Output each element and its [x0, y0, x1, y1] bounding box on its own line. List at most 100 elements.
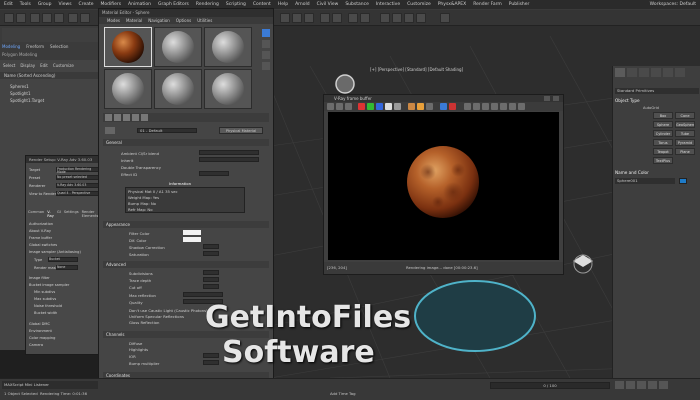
tab-freeform[interactable]: Freeform [26, 44, 44, 49]
rollout-frame-buffer[interactable]: Frame buffer [29, 236, 52, 240]
menu-item[interactable]: Group [38, 2, 52, 7]
tool-icon[interactable] [518, 103, 525, 110]
next-frame-icon[interactable] [648, 381, 657, 389]
advanced-checkbox[interactable]: Uniform Specular Reflections [129, 314, 184, 319]
shadow-correction-field[interactable] [203, 244, 219, 249]
move-icon[interactable] [280, 13, 290, 23]
ior-field[interactable] [203, 353, 219, 358]
material-name-field[interactable]: 01 - Default [137, 128, 197, 133]
render-mask-dropdown[interactable]: None [56, 265, 78, 270]
render-setup-icon[interactable] [392, 13, 402, 23]
menu-item[interactable]: Create [79, 2, 94, 7]
mirror-icon[interactable] [348, 13, 358, 23]
save-icon[interactable] [327, 103, 334, 110]
tool-icon[interactable] [464, 103, 471, 110]
teapot-button[interactable]: Teapot [653, 148, 673, 155]
select-icon[interactable] [68, 13, 78, 23]
lens-icon[interactable] [417, 103, 424, 110]
tab-vray[interactable]: V-Ray [47, 210, 54, 218]
go-to-end-icon[interactable] [659, 381, 668, 389]
material-type-button[interactable]: Physical Material [219, 127, 263, 134]
rollout-authorization[interactable]: Authorization [29, 222, 53, 226]
maxscript-listener[interactable]: MAXScript Mini Listener [2, 381, 98, 389]
assign-material-icon[interactable] [123, 114, 130, 121]
tool-icon[interactable] [509, 103, 516, 110]
advanced-checkbox[interactable]: Gloss Reflection [129, 320, 159, 325]
menu-item[interactable]: Interactive [376, 2, 400, 7]
rollout-camera[interactable]: Camera [29, 343, 43, 347]
menu-item[interactable]: Civil View [317, 2, 339, 7]
rendered-image[interactable] [328, 112, 559, 260]
tab-common[interactable]: Common [28, 210, 44, 218]
create-tab-icon[interactable] [615, 68, 625, 77]
material-slot[interactable] [154, 27, 202, 67]
scene-item[interactable]: Spotlight1 [10, 91, 31, 97]
menu-item[interactable]: Modifiers [101, 2, 122, 7]
display-tab-icon[interactable] [663, 68, 673, 77]
menu-modes[interactable]: Modes [107, 18, 120, 23]
preset-dropdown[interactable]: No preset selected [56, 175, 100, 180]
object-color-swatch[interactable] [679, 178, 687, 184]
scene-item[interactable]: Spheres1 [10, 84, 29, 90]
clear-icon[interactable] [345, 103, 352, 110]
reset-map-icon[interactable] [132, 114, 139, 121]
render-icon[interactable] [440, 103, 447, 110]
menu-item[interactable]: Render Farm [473, 2, 502, 7]
menu-item[interactable]: Views [59, 2, 72, 7]
menu-navigation[interactable]: Navigation [148, 18, 170, 23]
workspace-selector[interactable]: Workspaces: Default [650, 2, 696, 7]
green-channel-icon[interactable] [367, 103, 374, 110]
menu-item[interactable]: Tools [20, 2, 31, 7]
saturation-field[interactable] [203, 251, 219, 256]
tab-modeling[interactable]: Modeling [2, 44, 20, 49]
menu-material[interactable]: Material [126, 18, 142, 23]
render-setup-title[interactable]: Render Setup: V-Ray Adv 3.60.03 [26, 156, 102, 163]
go-to-start-icon[interactable] [615, 381, 624, 389]
sample-type-icon[interactable] [262, 29, 270, 37]
rollout-bucket-sampler[interactable]: Bucket image sampler [29, 283, 69, 287]
advanced-checkbox[interactable]: Don't use Caustic Light (Caustic Photons… [129, 308, 208, 313]
select-by-name-icon[interactable] [80, 13, 90, 23]
tab-display[interactable]: Display [20, 63, 35, 68]
rollout-global-dmc[interactable]: Global DMC [29, 322, 50, 326]
cut-off-field[interactable] [203, 284, 219, 289]
spotlight-cone[interactable] [414, 280, 536, 352]
sampler-type-dropdown[interactable]: Bucket [48, 257, 78, 262]
rollout-color-mapping[interactable]: Color mapping [29, 336, 55, 340]
menu-item[interactable]: Physx&APEX [438, 2, 466, 7]
tool-icon[interactable] [500, 103, 507, 110]
eyedropper-icon[interactable] [105, 127, 115, 134]
appearance-section-header[interactable]: Appearance [103, 221, 269, 228]
tool-icon[interactable] [491, 103, 498, 110]
tool-icon[interactable] [482, 103, 489, 110]
scale-icon[interactable] [304, 13, 314, 23]
minimize-icon[interactable] [544, 96, 550, 101]
bind-icon[interactable] [54, 13, 64, 23]
rollout-image-sampler[interactable]: Image sampler (Antialiasing) [29, 250, 81, 254]
menu-item[interactable]: Substance [345, 2, 369, 7]
make-unique-icon[interactable] [141, 114, 148, 121]
menu-item[interactable]: Publisher [509, 2, 530, 7]
tool-icon[interactable] [473, 103, 480, 110]
general-section-header[interactable]: General [103, 139, 269, 146]
channel-checkbox[interactable]: Highlights [129, 347, 148, 352]
align-icon[interactable] [360, 13, 370, 23]
menu-item[interactable]: Graph Editors [158, 2, 189, 7]
geosphere-button[interactable]: GeoSphere [675, 121, 695, 128]
target-dropdown[interactable]: Production Rendering Mode [56, 167, 100, 174]
menu-item[interactable]: Rendering [196, 2, 219, 7]
trace-depth-field[interactable] [203, 277, 219, 282]
put-to-scene-icon[interactable] [114, 114, 121, 121]
cylinder-button[interactable]: Cylinder [653, 130, 673, 137]
hierarchy-tab-icon[interactable] [639, 68, 649, 77]
max-reflection-dropdown[interactable] [183, 292, 223, 297]
mono-icon[interactable] [394, 103, 401, 110]
clone-icon[interactable] [336, 103, 343, 110]
redo-icon[interactable] [16, 13, 26, 23]
scene-list-header[interactable]: Name (Sorted Ascending) [4, 73, 55, 79]
angle-snap-icon[interactable] [332, 13, 342, 23]
view-dropdown[interactable]: Quad 4 - Perspective [56, 191, 100, 196]
alpha-icon[interactable] [385, 103, 392, 110]
plane-button[interactable]: Plane [675, 148, 695, 155]
primitive-type-dropdown[interactable]: Standard Primitives [615, 88, 699, 94]
